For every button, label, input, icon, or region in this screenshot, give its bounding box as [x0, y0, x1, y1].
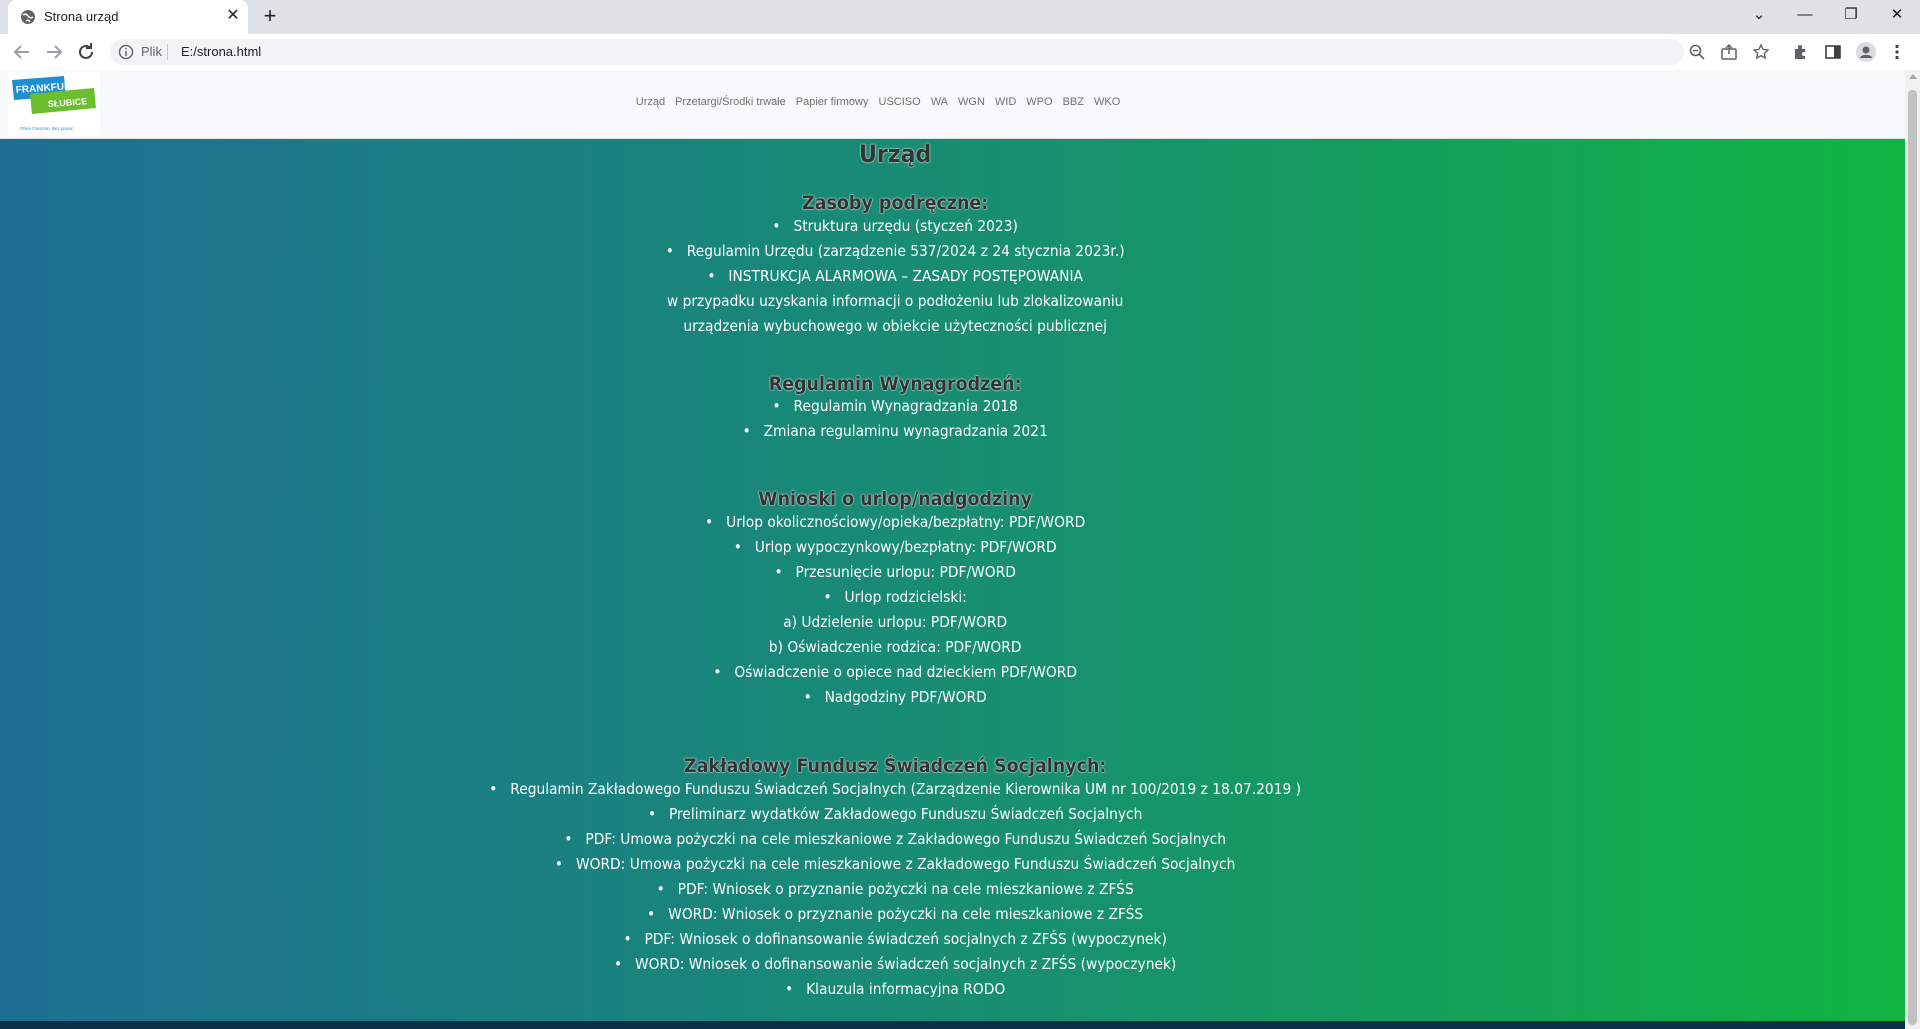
browser-toolbar: Plik E:/strona.html: [0, 34, 1920, 71]
url-scheme-label: Plik: [141, 44, 162, 59]
tab-search-icon[interactable]: ⌄: [1736, 0, 1782, 30]
list-item[interactable]: Regulamin Zakładowego Funduszu Świadczeń…: [0, 779, 1790, 799]
page-footer-edge: [0, 1021, 1905, 1029]
profile-icon[interactable]: [1856, 42, 1876, 62]
nav-link-wgn[interactable]: WGN: [958, 96, 985, 108]
nav-link-usciso[interactable]: USCISO: [879, 96, 921, 108]
section-heading-zasoby: Zasoby podręczne:: [802, 192, 989, 214]
close-window-button[interactable]: ✕: [1874, 0, 1920, 30]
list-item[interactable]: Regulamin Wynagradzania 2018: [0, 396, 1790, 416]
svg-text:Ohne Grenzen. Bez granic.: Ohne Grenzen. Bez granic.: [20, 126, 75, 131]
tab-strip: Strona urząd ✕ + ⌄ — ❐ ✕: [0, 0, 1920, 34]
url-separator: [167, 44, 168, 60]
list-item[interactable]: Przesunięcie urlopu: PDF/WORD: [0, 562, 1790, 582]
list-item[interactable]: Struktura urzędu (styczeń 2023): [0, 216, 1790, 236]
vertical-scrollbar[interactable]: [1905, 70, 1920, 1029]
list-item[interactable]: Zmiana regulaminu wynagradzania 2021: [0, 421, 1790, 441]
new-tab-button[interactable]: +: [258, 5, 282, 29]
list-item[interactable]: INSTRUKCJA ALARMOWA – ZASADY POSTĘPOWANI…: [0, 266, 1790, 286]
nav-link-wid[interactable]: WID: [995, 96, 1016, 108]
close-tab-icon[interactable]: ✕: [223, 6, 243, 26]
list-item-continuation[interactable]: urządzenia wybuchowego w obiekcie użytec…: [0, 316, 1790, 336]
bookmark-star-icon[interactable]: [1752, 43, 1770, 61]
sub-list-line[interactable]: a) Udzielenie urlopu: PDF/WORD: [0, 612, 1790, 632]
side-panel-icon[interactable]: [1824, 43, 1842, 61]
tab-title: Strona urząd: [44, 9, 119, 24]
scroll-up-arrow-icon[interactable]: [1909, 74, 1917, 79]
section-heading-wynagrodzenia: Regulamin Wynagrodzeń:: [768, 373, 1022, 395]
page-title: Urząd: [858, 140, 932, 168]
list-item[interactable]: Klauzula informacyjna RODO: [0, 979, 1790, 999]
nav-link-bbz[interactable]: BBZ: [1063, 96, 1084, 108]
minimize-button[interactable]: —: [1782, 0, 1828, 30]
nav-link-przetargi[interactable]: Przetargi/Środki trwałe: [675, 96, 786, 108]
back-icon[interactable]: [10, 40, 34, 64]
list-item[interactable]: Regulamin Urzędu (zarządzenie 537/2024 z…: [0, 241, 1790, 261]
section-heading-zfss: Zakładowy Fundusz Świadczeń Socjalnych:: [683, 755, 1107, 777]
url-text[interactable]: E:/strona.html: [181, 44, 261, 59]
nav-link-papier-firmowy[interactable]: Papier firmowy: [796, 96, 869, 108]
scrollbar-thumb[interactable]: [1908, 90, 1917, 1025]
menu-icon[interactable]: [1888, 43, 1906, 61]
tab-strona-urzad[interactable]: Strona urząd ✕: [8, 0, 248, 34]
reload-icon[interactable]: [74, 40, 98, 64]
list-item[interactable]: WORD: Wniosek o przyznanie pożyczki na c…: [0, 904, 1790, 924]
restore-button[interactable]: ❐: [1828, 0, 1874, 30]
list-item: Urlop rodzicielski:: [0, 587, 1790, 607]
nav-link-wa[interactable]: WA: [931, 96, 948, 108]
nav-link-wpo[interactable]: WPO: [1026, 96, 1052, 108]
list-item[interactable]: Oświadczenie o opiece nad dzieckiem PDF/…: [0, 662, 1790, 682]
sub-list-line[interactable]: b) Oświadczenie rodzica: PDF/WORD: [0, 637, 1790, 657]
address-bar[interactable]: Plik E:/strona.html: [110, 39, 1684, 65]
zoom-icon[interactable]: [1688, 43, 1706, 61]
list-item[interactable]: Preliminarz wydatków Zakładowego Fundusz…: [0, 804, 1790, 824]
site-navbar: FRANKFURT SŁUBICE Ohne Grenzen. Bez gran…: [0, 70, 1905, 139]
section-heading-wnioski: Wnioski o urlop/nadgodziny: [758, 488, 1032, 510]
globe-icon: [21, 10, 35, 24]
nav-link-wko[interactable]: WKO: [1094, 96, 1120, 108]
forward-icon[interactable]: [42, 40, 66, 64]
list-item[interactable]: Nadgodziny PDF/WORD: [0, 687, 1790, 707]
list-item[interactable]: PDF: Wniosek o przyznanie pożyczki na ce…: [0, 879, 1790, 899]
list-item[interactable]: Urlop okolicznościowy/opieka/bezpłatny: …: [0, 512, 1790, 532]
info-icon[interactable]: [118, 44, 134, 60]
main-content: Urząd Zasoby podręczne: Struktura urzędu…: [0, 139, 1905, 1029]
nav-links: Urząd Przetargi/Środki trwałe Papier fir…: [0, 96, 1756, 108]
list-item-continuation[interactable]: w przypadku uzyskania informacji o podło…: [0, 291, 1790, 311]
share-icon[interactable]: [1720, 43, 1738, 61]
nav-link-urzad[interactable]: Urząd: [636, 96, 665, 108]
list-item[interactable]: PDF: Wniosek o dofinansowanie świadczeń …: [0, 929, 1790, 949]
list-item[interactable]: PDF: Umowa pożyczki na cele mieszkaniowe…: [0, 829, 1790, 849]
extensions-icon[interactable]: [1792, 43, 1810, 61]
page-viewport: FRANKFURT SŁUBICE Ohne Grenzen. Bez gran…: [0, 70, 1905, 1029]
list-item[interactable]: WORD: Wniosek o dofinansowanie świadczeń…: [0, 954, 1790, 974]
list-item[interactable]: WORD: Umowa pożyczki na cele mieszkaniow…: [0, 854, 1790, 874]
list-item[interactable]: Urlop wypoczynkowy/bezpłatny: PDF/WORD: [0, 537, 1790, 557]
